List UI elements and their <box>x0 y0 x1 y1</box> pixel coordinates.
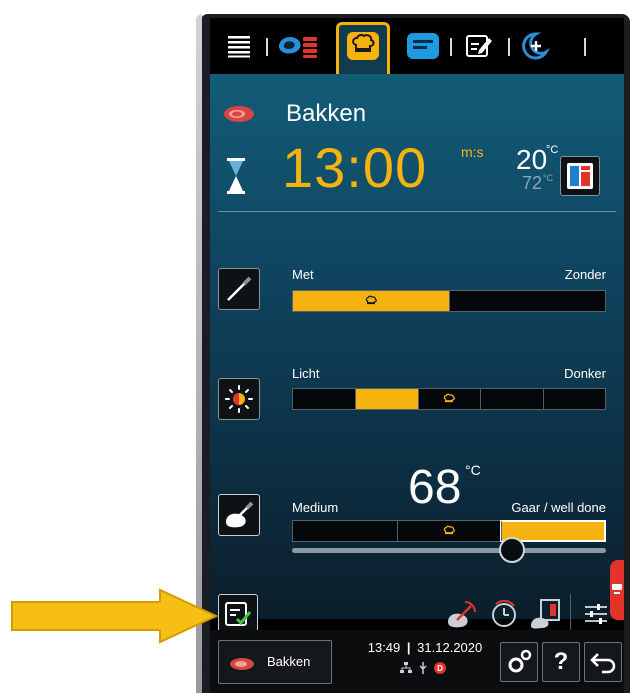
probe-icon <box>227 276 252 301</box>
browning-right-label: Donker <box>564 366 606 381</box>
oven-hold-icon <box>531 599 560 629</box>
segment-divider <box>397 521 398 541</box>
steak-probe-red-icon <box>448 601 476 628</box>
active-program-label: Bakken <box>267 654 311 669</box>
core-temperature-value: 68 <box>408 461 462 514</box>
core-temperature-slider-knob[interactable] <box>498 537 525 563</box>
doneness-selector[interactable] <box>292 520 606 542</box>
usb-icon <box>419 662 427 674</box>
segment-divider <box>355 389 357 409</box>
d-badge-icon: D <box>434 662 446 674</box>
settings-button[interactable] <box>500 642 538 682</box>
tab-separator <box>266 38 268 56</box>
crust-selector[interactable] <box>292 290 606 312</box>
svg-text:D: D <box>437 664 443 673</box>
browning-left-label: Licht <box>292 366 320 381</box>
core-probe-action[interactable] <box>444 596 480 632</box>
crust-left-label: Met <box>292 267 314 282</box>
active-program-button[interactable]: Bakken <box>218 640 332 684</box>
crust-right-label: Zonder <box>564 267 606 282</box>
hold-action[interactable] <box>528 596 564 632</box>
cooking-time[interactable]: 13:00 <box>282 140 427 196</box>
clock-time: 13:49 <box>367 640 401 655</box>
cabinet-temperature: 20 <box>516 144 548 175</box>
time-unit: m:s <box>461 144 484 160</box>
tab-separator <box>508 38 510 56</box>
settings-sliders-button[interactable] <box>578 596 614 632</box>
tab-separator <box>450 38 452 56</box>
segment-divider <box>501 521 502 541</box>
timer-action[interactable] <box>486 596 522 632</box>
help-button[interactable]: ? <box>542 642 580 682</box>
recommended-chef-hat-icon <box>443 524 455 536</box>
core-temperature-target: 72 <box>522 173 543 193</box>
edit-notes-icon[interactable] <box>462 28 496 64</box>
program-title: Bakken <box>286 100 367 127</box>
tab-separator <box>584 38 586 56</box>
cabinet-climate-icon <box>567 163 593 189</box>
core-temperature-unit: °C <box>543 173 554 183</box>
section-divider <box>218 211 616 212</box>
doneness-right-label: Gaar / well done <box>511 500 606 515</box>
back-button[interactable] <box>584 642 622 682</box>
steak-probe-icon <box>226 501 254 528</box>
list-card-icon[interactable] <box>402 28 444 64</box>
status-indicators: D <box>400 662 446 674</box>
oven-screen: Bakken 13:00 m:s 20 °C 72 °C Met Zonder … <box>210 18 624 693</box>
segment-divider <box>542 389 544 409</box>
moon-plus-icon[interactable] <box>518 28 552 64</box>
menu-icon[interactable] <box>224 28 254 64</box>
checklist-button[interactable] <box>218 594 258 634</box>
gears-icon <box>508 649 532 673</box>
action-separator <box>570 594 571 634</box>
clock-date: 31.12.2020 <box>417 640 483 655</box>
segment-divider <box>449 291 450 311</box>
doneness-left-label: Medium <box>292 500 339 515</box>
core-temperature-slider-track[interactable] <box>292 548 606 553</box>
sliders-icon <box>585 604 607 624</box>
hourglass-icon <box>227 158 245 199</box>
clock: 13:49 | 31.12.2020 <box>367 640 483 655</box>
browning-setting-button[interactable] <box>218 378 260 420</box>
callout-arrow-icon <box>11 588 219 644</box>
cabinet-climate-button[interactable] <box>560 156 600 196</box>
cabinet-temperature-unit: °C <box>546 144 559 156</box>
steak-icon <box>222 104 256 129</box>
network-icon <box>400 662 412 673</box>
meat-layers-icon[interactable] <box>274 28 324 64</box>
crust-setting-button[interactable] <box>218 268 260 310</box>
sun-icon <box>225 385 253 413</box>
recommended-chef-hat-icon <box>443 392 455 404</box>
action-row <box>210 590 624 634</box>
segment-divider <box>417 389 419 409</box>
core-temperature-value-unit: °C <box>465 462 481 478</box>
top-tab-bar <box>210 18 624 74</box>
back-arrow-icon <box>590 653 616 674</box>
program-panel: Bakken 13:00 m:s 20 °C 72 °C Met Zonder … <box>210 74 624 634</box>
core-temperature-setting-button[interactable] <box>218 494 260 536</box>
recommended-chef-hat-icon <box>365 294 377 306</box>
steak-icon <box>229 657 255 676</box>
segment-divider <box>480 389 482 409</box>
selector-fill <box>355 389 418 409</box>
timer-icon <box>492 599 516 627</box>
browning-selector[interactable] <box>292 388 606 410</box>
chef-hat-icon[interactable] <box>342 28 384 64</box>
checklist-icon <box>225 602 252 626</box>
status-bar: Bakken 13:49 | 31.12.2020 D ? <box>210 630 624 693</box>
